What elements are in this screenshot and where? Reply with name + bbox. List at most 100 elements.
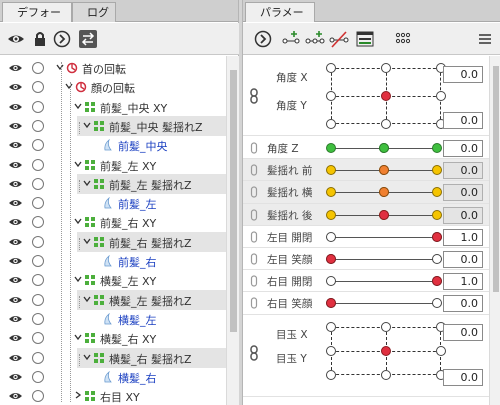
parameter-key-dot[interactable] [326,276,336,287]
tree-row[interactable]: 前髪_右 XY [0,212,226,232]
lock-radio[interactable] [32,62,44,74]
lock-radio[interactable] [32,197,44,210]
lock-radio[interactable] [32,274,44,287]
link-chain-icon[interactable] [250,231,258,243]
tree-row[interactable]: 顔の回転 [0,77,226,97]
tree-row[interactable]: 前髪_左 [0,193,226,213]
tree-row[interactable]: 前髪_左 XY [0,155,226,175]
visibility-eye-icon[interactable] [8,121,23,131]
swap-deformer-icon[interactable] [78,29,98,49]
parameter-row[interactable]: 左目 笑顔 0.0 [243,248,489,271]
visibility-eye-icon[interactable] [8,275,23,285]
lock-radio[interactable] [32,293,44,306]
parameter-slider-track[interactable] [331,259,437,260]
parameter-key-dot[interactable] [326,143,336,153]
expand-chevron-icon[interactable] [74,391,82,399]
angle-key-center[interactable] [381,91,391,101]
tree-row[interactable]: 右目 XY [0,386,226,405]
add-three-keys-icon[interactable] [305,29,325,49]
expand-chevron-icon[interactable] [74,275,82,283]
parameter-row[interactable]: 右目 笑顔 0.0 [243,292,489,315]
eye-x-value[interactable]: 0.0 [443,323,483,341]
link-chain-icon[interactable] [250,208,258,221]
eye-key-bc[interactable] [381,369,391,380]
parameter-row[interactable]: 右目 開閉 1.0 [243,270,489,293]
tree-row[interactable]: 横髪_左 髪揺れZ [9,289,226,310]
tree-row[interactable]: 横髪_左 XY [0,270,226,290]
lock-radio[interactable] [32,235,44,248]
parameter-row[interactable]: 角度 Z 0.0 [243,137,489,160]
expand-chevron-icon[interactable] [74,102,82,110]
parameter-key-dot[interactable] [432,298,442,309]
parameter-value-field[interactable]: 0.0 [443,251,483,268]
visibility-eye-icon[interactable] [8,63,23,73]
angle-key-mr[interactable] [436,91,446,101]
parameter-key-dot[interactable] [326,231,336,242]
parameter-key-dot[interactable] [432,187,442,198]
parameter-group-icon[interactable] [355,29,375,49]
angle-y-value[interactable]: 0.0 [443,112,483,129]
eye-key-bl[interactable] [326,369,336,380]
visibility-eye-icon[interactable] [8,295,23,305]
visibility-eye-icon[interactable] [8,102,23,112]
lock-radio[interactable] [32,370,44,383]
parameter-key-dot[interactable] [326,209,336,220]
lock-radio[interactable] [32,81,44,94]
visibility-eye-icon[interactable] [8,198,23,208]
parameter-value-field[interactable]: 1.0 [443,273,483,291]
parameter-scrollbar[interactable] [489,56,500,405]
tree-row[interactable]: 首の回転 [0,58,226,78]
expand-chevron-icon[interactable] [83,179,91,187]
tree-row[interactable]: 横髪_右 [0,367,226,387]
visibility-eye-icon[interactable] [8,391,23,401]
key-grid-icon[interactable] [393,29,413,49]
parameter-value-field[interactable]: 0.0 [443,184,483,202]
lock-icon[interactable] [30,29,50,49]
expand-chevron-icon[interactable] [74,333,82,341]
link-chain-icon[interactable] [250,186,258,198]
visibility-eye-icon[interactable] [8,256,23,266]
lock-radio[interactable] [32,312,44,325]
angle-key-bl[interactable] [326,119,336,129]
tree-row[interactable]: 横髪_右 髪揺れZ [9,347,226,368]
tree-row[interactable]: 横髪_右 XY [0,328,226,348]
angle-key-tl[interactable] [326,63,336,73]
parameter-value-field[interactable]: 0.0 [443,140,483,157]
angle-key-bc[interactable] [381,119,391,129]
link-chain-icon[interactable] [250,164,258,176]
visibility-eye-icon[interactable] [8,179,23,189]
parameter-slider-track[interactable] [331,281,437,283]
delete-key-icon[interactable] [329,29,349,49]
visibility-eye-icon[interactable] [8,140,23,150]
link-chain-icon[interactable] [250,275,258,287]
lock-radio[interactable] [32,332,44,345]
deformer-scroll-thumb[interactable] [230,70,237,332]
visibility-eye-icon[interactable] [8,82,23,92]
next-circle-icon[interactable] [253,29,273,49]
visibility-eye-icon[interactable] [8,217,23,227]
link-chain-icon[interactable] [250,142,258,154]
lock-radio[interactable] [32,119,44,132]
lock-radio[interactable] [32,255,44,267]
expand-chevron-icon[interactable] [83,237,91,245]
tree-row[interactable]: 横髪_左 [0,309,226,329]
parameter-key-dot[interactable] [432,209,442,220]
expand-chevron-icon[interactable] [83,121,91,129]
tree-row[interactable]: 前髪_右 [0,251,226,271]
visibility-eye-icon[interactable] [8,353,23,363]
parameter-slider-track[interactable] [331,236,437,238]
expand-chevron-icon[interactable] [83,353,91,361]
lock-radio[interactable] [32,390,44,403]
expand-chevron-icon[interactable] [56,63,64,71]
lock-radio[interactable] [32,100,44,113]
lock-radio[interactable] [32,216,44,229]
parameter-slider-knob[interactable] [379,143,389,153]
eye-y-value[interactable]: 0.0 [443,368,483,386]
parameter-value-field[interactable]: 0.0 [443,162,483,180]
tree-row[interactable]: 前髪_中央 XY [0,97,226,117]
parameter-scroll-thumb[interactable] [493,66,499,292]
expand-chevron-icon[interactable] [65,82,73,90]
angle-key-tc[interactable] [381,63,391,73]
link-chain-icon[interactable] [249,344,259,361]
tree-row[interactable]: 前髪_中央 髪揺れZ [9,115,226,136]
